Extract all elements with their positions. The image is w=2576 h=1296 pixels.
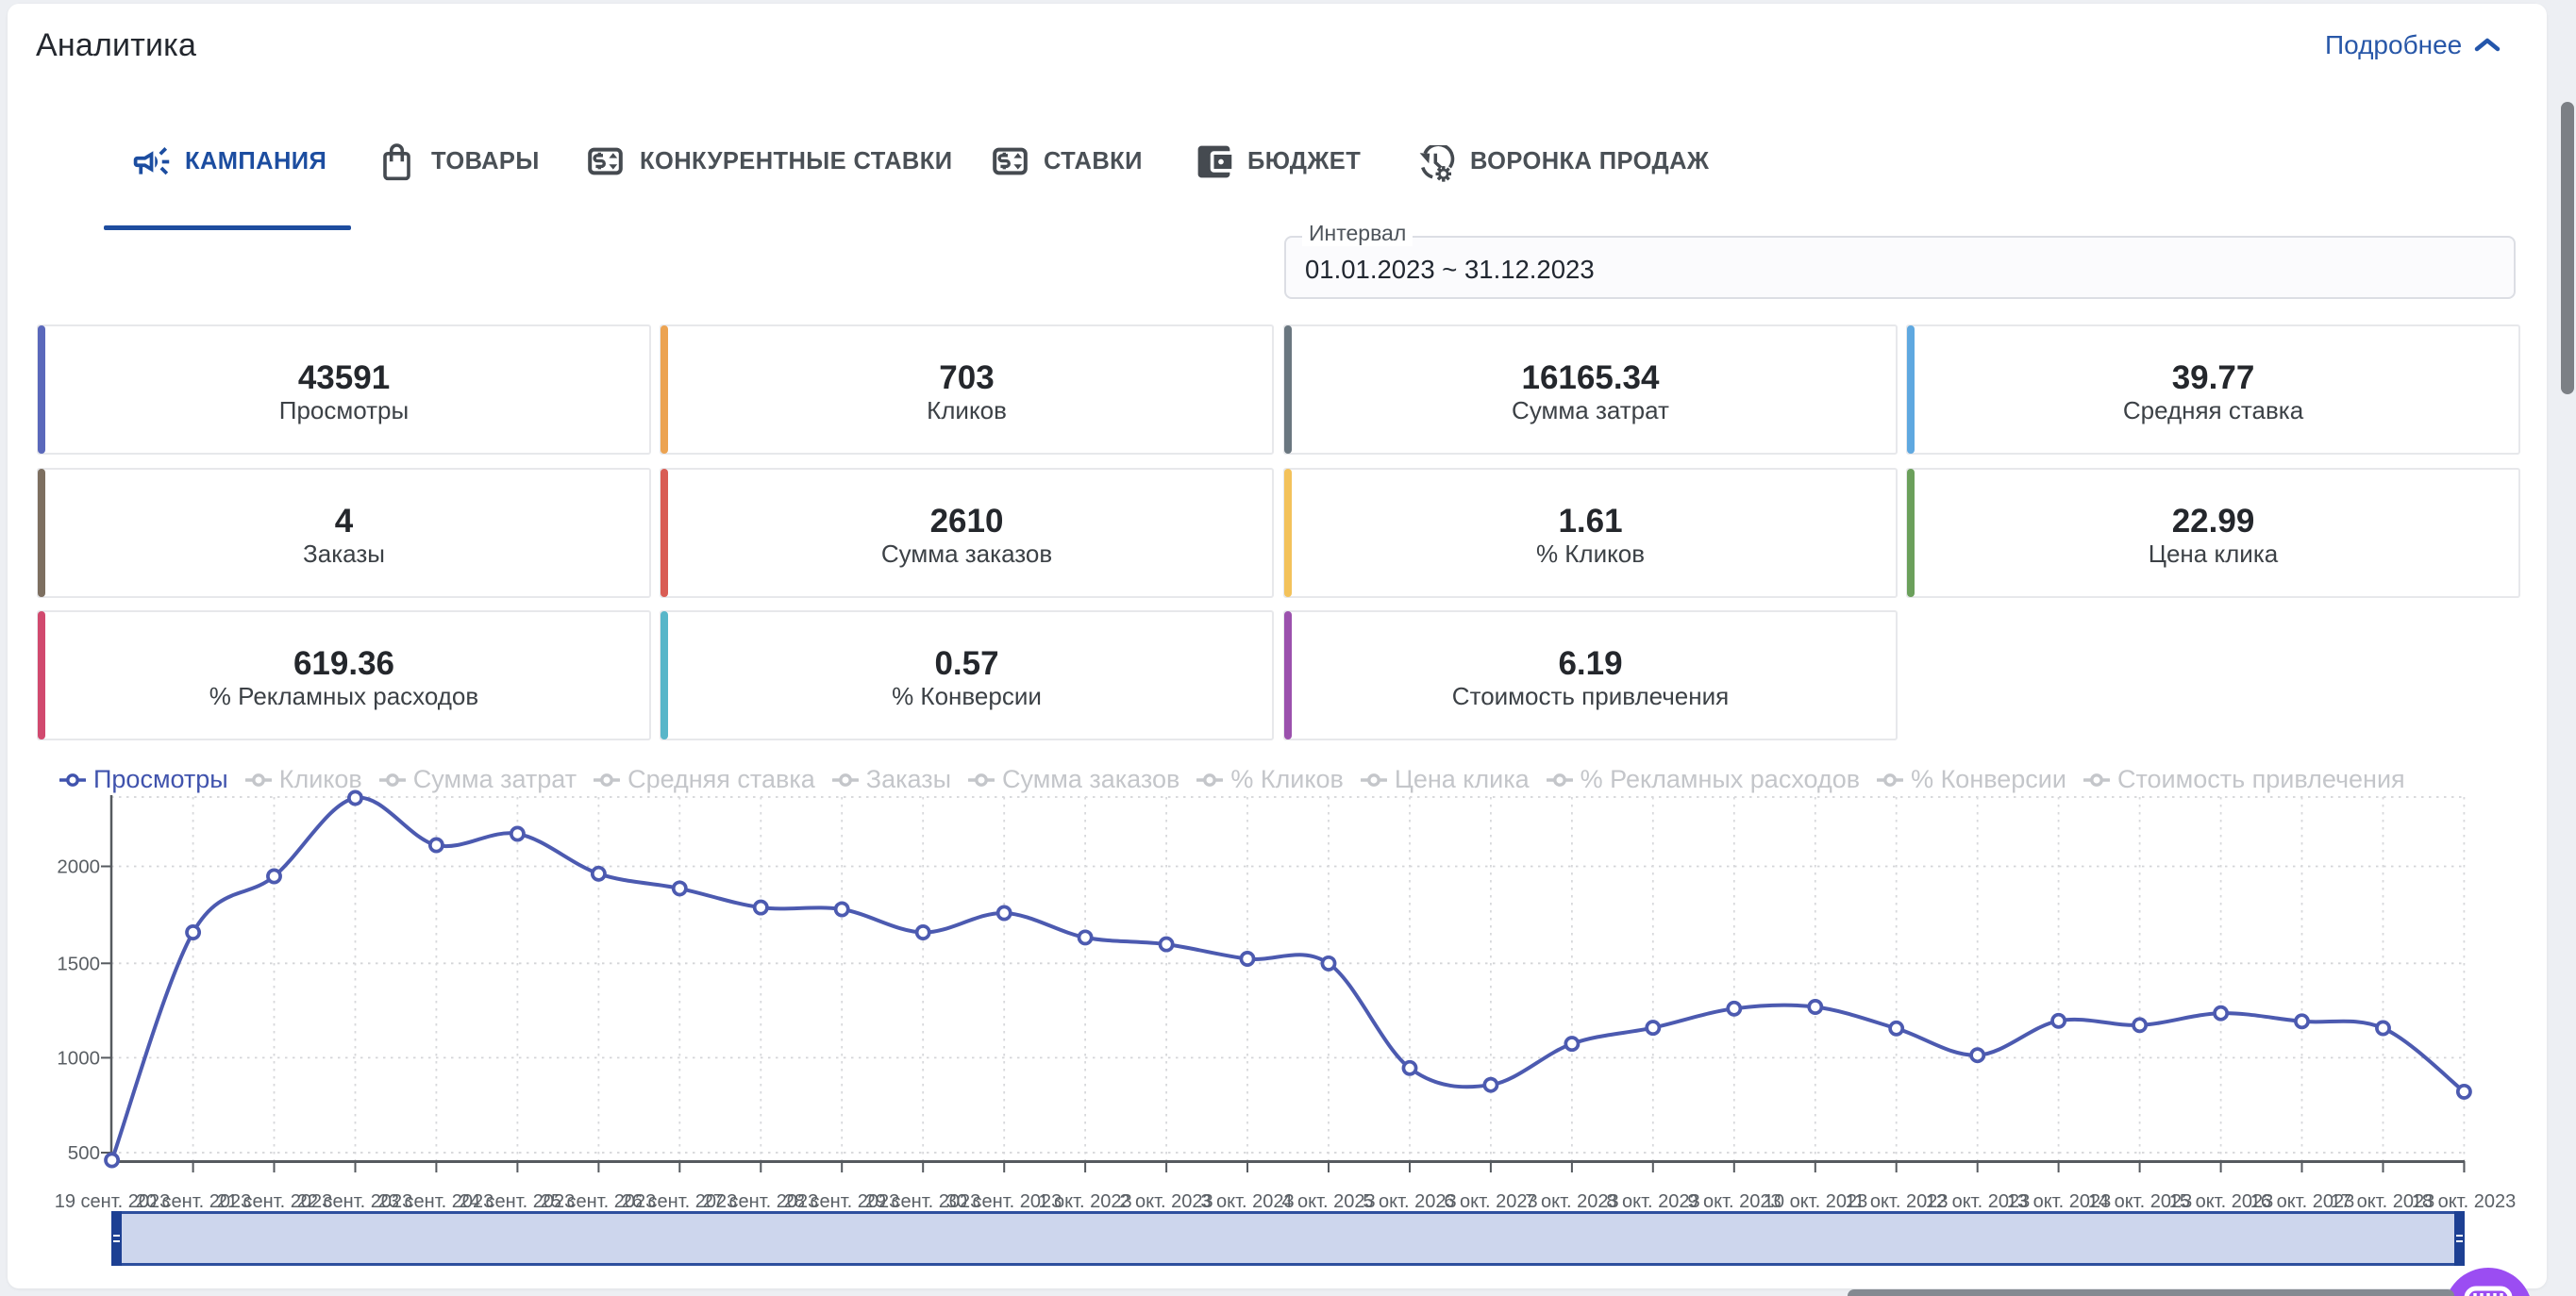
svg-text:1000: 1000 (57, 1047, 100, 1069)
svg-text:2000: 2000 (57, 856, 100, 878)
svg-text:1500: 1500 (57, 953, 100, 974)
svg-text:500: 500 (68, 1142, 100, 1164)
